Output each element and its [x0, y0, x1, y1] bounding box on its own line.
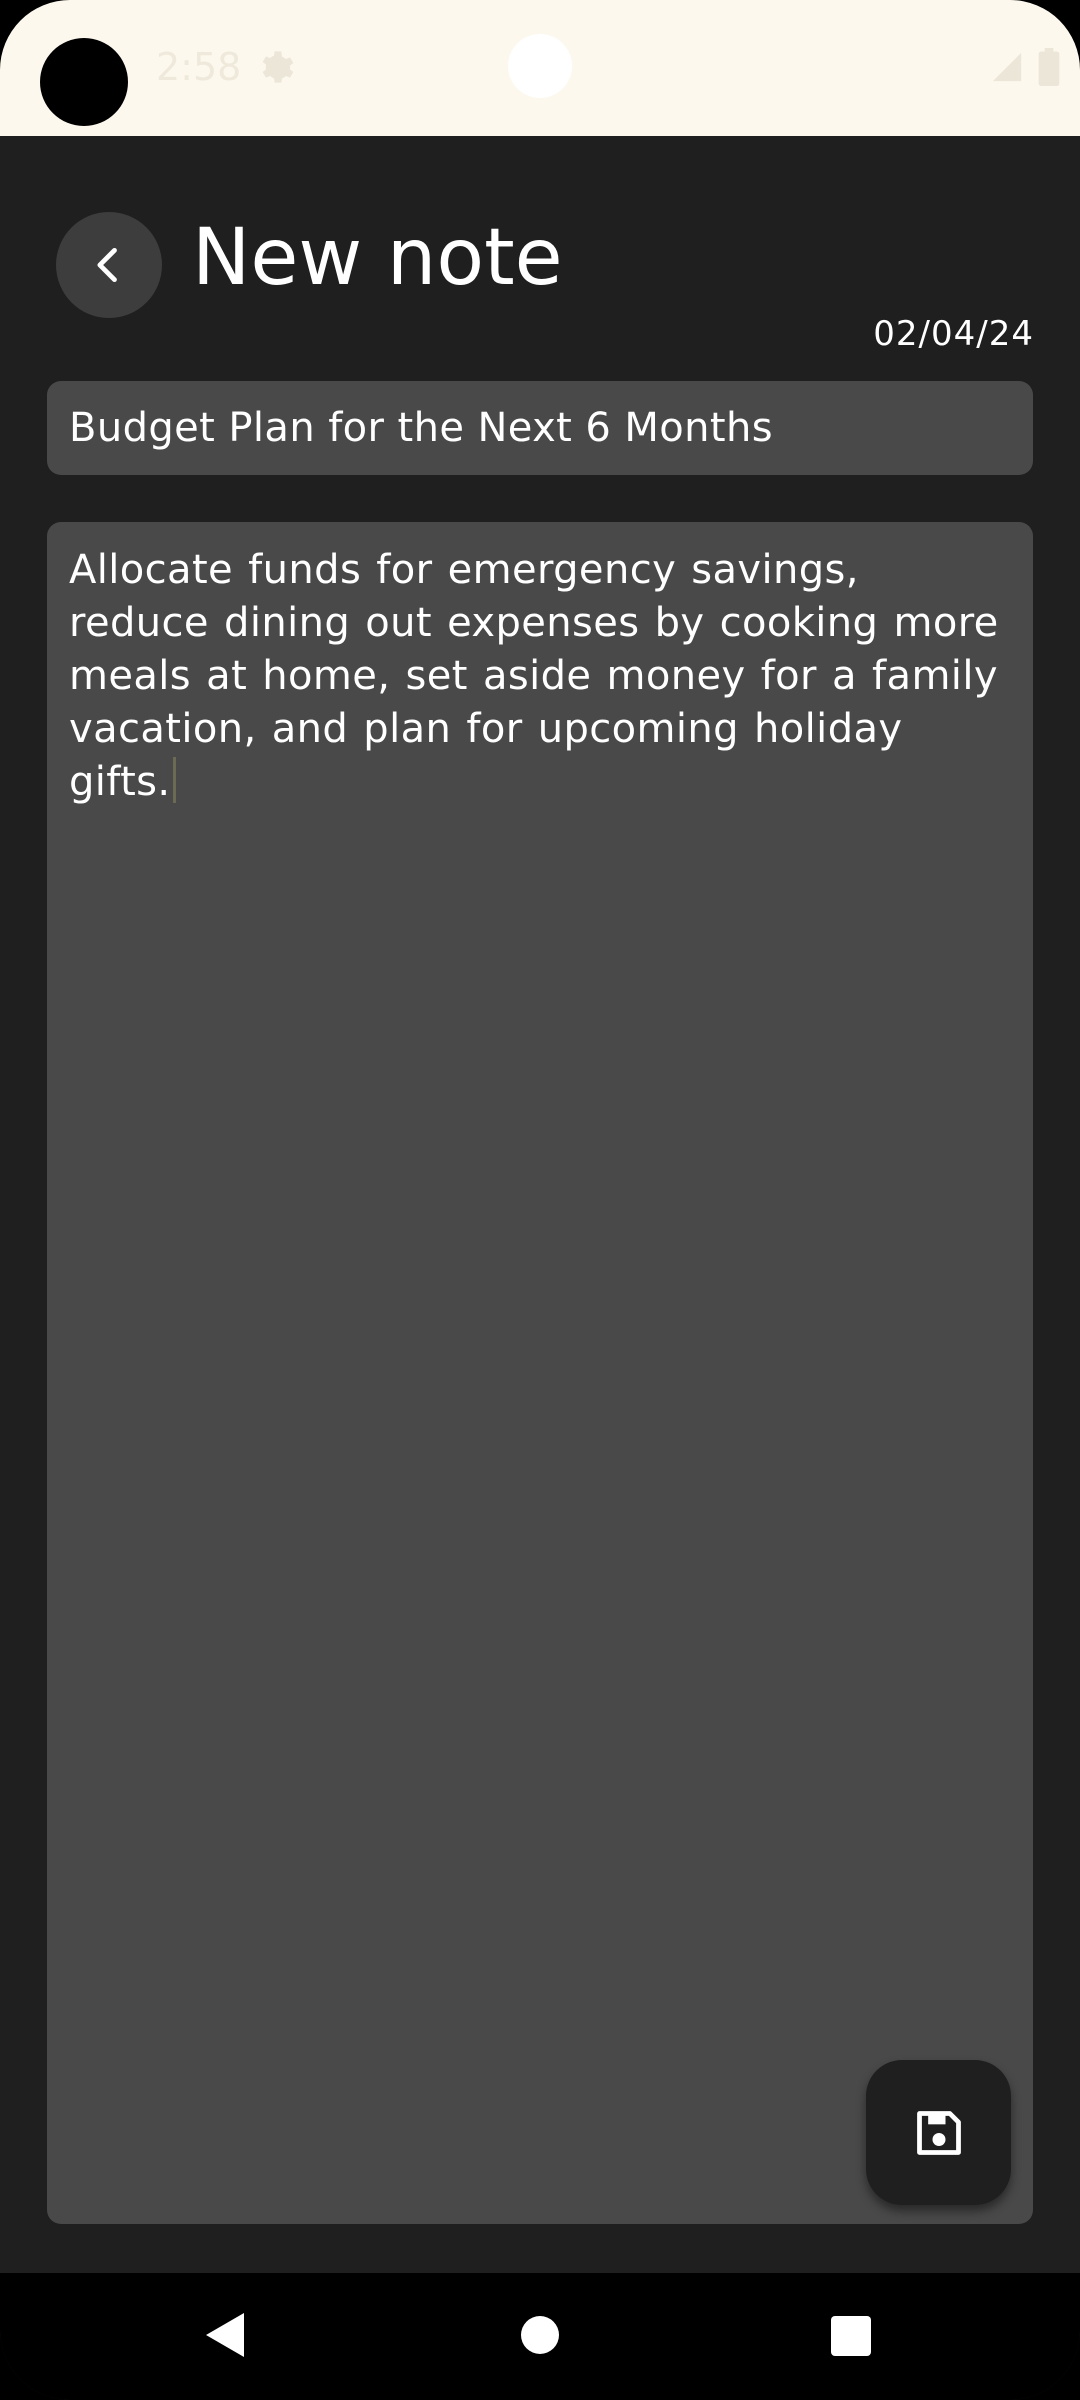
- chevron-left-icon: [97, 247, 117, 283]
- status-bar: 2:58: [0, 0, 1080, 136]
- status-time: 2:58: [156, 45, 242, 89]
- note-editor-screen: 2:58 New note 02/04/24 Budget Plan for t…: [0, 0, 1080, 2400]
- text-cursor: [172, 757, 176, 803]
- gear-icon: [262, 51, 294, 83]
- back-button[interactable]: [56, 212, 162, 318]
- camera-dot: [40, 38, 128, 126]
- note-body-input[interactable]: Allocate funds for emergency savings, re…: [47, 522, 1033, 2224]
- battery-icon: [1038, 48, 1060, 86]
- note-body-value: Allocate funds for emergency savings, re…: [69, 547, 999, 805]
- note-date: 02/04/24: [873, 314, 1034, 354]
- save-button[interactable]: [866, 2060, 1011, 2205]
- signal-icon: [992, 52, 1022, 82]
- recents-square-icon[interactable]: [831, 2316, 871, 2356]
- back-triangle-icon[interactable]: [204, 2311, 248, 2359]
- note-title-value: Budget Plan for the Next 6 Months: [69, 405, 773, 451]
- home-circle-icon[interactable]: [521, 2316, 559, 2354]
- front-camera: [508, 34, 572, 98]
- note-title-input[interactable]: Budget Plan for the Next 6 Months: [47, 381, 1033, 475]
- floppy-disk-icon: [916, 2110, 961, 2155]
- page-title: New note: [192, 213, 563, 303]
